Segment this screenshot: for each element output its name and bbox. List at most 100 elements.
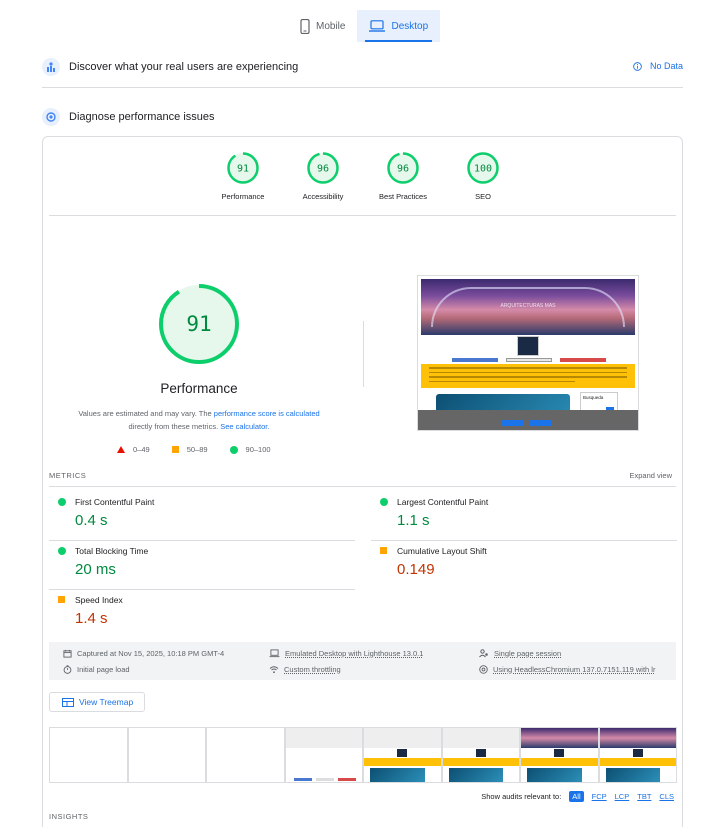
average-indicator-icon xyxy=(58,596,65,603)
gauge-score: 96 xyxy=(397,164,409,175)
metric-title: Speed Index xyxy=(75,595,123,605)
gauge-performance[interactable]: 91 Performance xyxy=(203,151,283,201)
metric-value: 20 ms xyxy=(75,561,116,578)
treemap-icon xyxy=(62,697,74,707)
view-treemap-button[interactable]: View Treemap xyxy=(49,692,145,712)
laptop-icon xyxy=(269,649,280,658)
filmstrip-frame xyxy=(206,727,285,783)
thumbnail-button xyxy=(452,358,498,362)
category-gauges: 91 Performance 96 Accessibility 96 Best … xyxy=(203,151,523,201)
gauge-label: Performance xyxy=(221,192,265,201)
tab-mobile[interactable]: Mobile xyxy=(288,10,357,42)
filter-chip-cls[interactable]: CLS xyxy=(659,792,674,801)
session-text: Single page session xyxy=(494,649,562,658)
filter-chip-fcp[interactable]: FCP xyxy=(592,792,607,801)
gauge-score: 96 xyxy=(317,164,329,175)
performance-main-gauge: 91 xyxy=(159,284,239,364)
metric-value: 0.149 xyxy=(397,561,435,578)
calendar-icon xyxy=(63,649,72,658)
filmstrip-frame xyxy=(363,727,442,783)
filter-chip-tbt[interactable]: TBT xyxy=(637,792,651,801)
filmstrip-frame xyxy=(520,727,599,783)
filter-chip-lcp[interactable]: LCP xyxy=(615,792,630,801)
expand-view-toggle[interactable]: Expand view xyxy=(629,471,672,480)
gauge-label: SEO xyxy=(475,192,491,201)
score-gauge-icon: 96 xyxy=(307,152,339,184)
chrome-icon xyxy=(479,665,488,674)
people-icon xyxy=(42,58,60,76)
audit-filter: Show audits relevant to: All FCP LCP TBT… xyxy=(481,791,674,802)
score-gauge-icon: 96 xyxy=(387,152,419,184)
audit-filter-label: Show audits relevant to: xyxy=(481,792,562,801)
gauge-score: 100 xyxy=(474,164,492,175)
circle-icon xyxy=(229,445,238,454)
legend-range: 90–100 xyxy=(245,445,271,454)
no-data-label: No Data xyxy=(649,61,683,71)
filmstrip-frame xyxy=(49,727,128,783)
thumbnail-button xyxy=(560,358,606,362)
good-indicator-icon xyxy=(380,498,388,506)
thumbnail-button xyxy=(506,358,552,362)
throttling-text: Custom throttling xyxy=(284,665,341,674)
thumbnail-side-title: Busqueda xyxy=(583,395,604,400)
thumbnail-logo xyxy=(517,336,539,356)
final-screenshot[interactable]: ARQUITECTURAS MAS Busqueda xyxy=(417,275,639,431)
run-info-box: Captured at Nov 15, 2025, 10:18 PM GMT-4… xyxy=(49,642,676,680)
thumbnail-hero-title: ARQUITECTURAS MAS xyxy=(500,303,556,309)
filter-chip-all[interactable]: All xyxy=(569,791,584,802)
thumbnail-banner xyxy=(421,364,635,388)
gauge-best-practices[interactable]: 96 Best Practices xyxy=(363,151,443,201)
tab-desktop-label: Desktop xyxy=(391,20,429,32)
initial-load-text: Initial page load xyxy=(77,665,130,674)
filmstrip-frame xyxy=(598,727,677,783)
captured-info: Captured at Nov 15, 2025, 10:18 PM GMT-4 xyxy=(63,649,224,658)
timer-icon xyxy=(63,665,72,674)
metric-title: Cumulative Layout Shift xyxy=(397,546,487,556)
metric-value: 1.4 s xyxy=(75,610,108,627)
good-indicator-icon xyxy=(58,547,66,555)
main-gauge-label: Performance xyxy=(160,381,238,396)
discover-section: Discover what your real users are experi… xyxy=(42,58,683,76)
throttling-info[interactable]: Custom throttling xyxy=(269,665,341,674)
gauge-seo[interactable]: 100 SEO xyxy=(443,151,523,201)
emulated-info[interactable]: Emulated Desktop with Lighthouse 13.0.1 xyxy=(269,649,423,658)
initial-load-info: Initial page load xyxy=(63,665,130,674)
diagnose-section: Diagnose performance issues xyxy=(42,108,683,126)
legend-item-average: 50–89 xyxy=(171,445,208,454)
browser-text: Using HeadlessChromium 137.0.7151.119 wi… xyxy=(493,665,656,674)
wifi-icon xyxy=(269,666,279,674)
browser-info[interactable]: Using HeadlessChromium 137.0.7151.119 wi… xyxy=(479,665,655,674)
filmstrip-frame xyxy=(127,727,206,783)
score-gauge-icon: 100 xyxy=(467,152,499,184)
metrics-header: METRICS xyxy=(49,471,87,480)
gauges-divider xyxy=(49,215,676,216)
people-icon xyxy=(479,649,488,658)
gauge-label: Accessibility xyxy=(302,192,344,201)
metric-title: Largest Contentful Paint xyxy=(397,497,489,507)
session-info[interactable]: Single page session xyxy=(479,649,561,658)
gauge-accessibility[interactable]: 96 Accessibility xyxy=(283,151,363,201)
see-calculator-link[interactable]: See calculator. xyxy=(220,422,269,431)
tab-mobile-label: Mobile xyxy=(316,20,346,32)
filmstrip-frame xyxy=(441,727,520,783)
emulated-text: Emulated Desktop with Lighthouse 13.0.1 xyxy=(285,649,424,658)
device-tabs: Mobile Desktop xyxy=(288,10,441,42)
diagnose-title: Diagnose performance issues xyxy=(69,111,215,123)
info-icon xyxy=(633,61,642,71)
score-calculated-link[interactable]: performance score is calculated xyxy=(214,409,320,418)
view-treemap-label: View Treemap xyxy=(79,697,134,707)
average-indicator-icon xyxy=(380,547,387,554)
no-data-link[interactable]: No Data xyxy=(633,61,683,71)
gauge-label: Best Practices xyxy=(379,192,427,201)
metric-title: First Contentful Paint xyxy=(75,497,155,507)
captured-text: Captured at Nov 15, 2025, 10:18 PM GMT-4 xyxy=(77,649,225,658)
main-gauge-score: 91 xyxy=(186,312,211,336)
metric-title: Total Blocking Time xyxy=(75,546,149,556)
phone-icon xyxy=(300,18,310,34)
tab-desktop[interactable]: Desktop xyxy=(357,10,441,42)
disclaimer-part2: directly from these metrics. xyxy=(128,422,221,431)
lighthouse-icon xyxy=(42,108,60,126)
vertical-divider xyxy=(363,321,364,387)
disclaimer-text: Values are estimated and may vary. The p… xyxy=(63,407,335,433)
square-icon xyxy=(171,446,179,453)
